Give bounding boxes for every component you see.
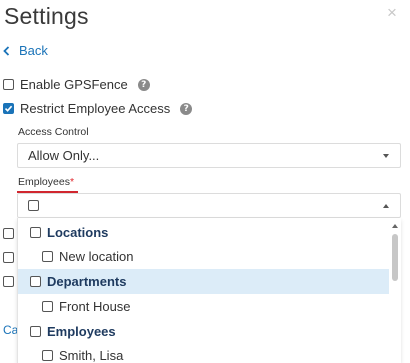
access-control-select[interactable]: Allow Only... (17, 143, 401, 168)
list-item-label: Departments (47, 274, 127, 289)
list-item-label: Front House (59, 299, 131, 314)
page-title: Settings (4, 3, 89, 29)
close-icon[interactable]: × (387, 4, 397, 21)
chevron-left-icon (3, 45, 10, 56)
employees-select-all-checkbox[interactable] (28, 200, 39, 211)
scroll-up-arrow-icon[interactable] (392, 224, 398, 228)
list-item-checkbox[interactable] (30, 326, 41, 337)
list-item-label: Locations (47, 225, 109, 240)
list-item-label: Smith, Lisa (59, 348, 124, 363)
restrict-employee-access-label: Restrict Employee Access (20, 101, 171, 116)
list-item-label: Employees (47, 324, 116, 339)
list-item-smith-lisa[interactable]: Smith, Lisa (18, 343, 390, 363)
enable-gpsfence-label: Enable GPSFence (20, 77, 128, 92)
checkmark-icon (4, 105, 13, 112)
help-icon[interactable]: ? (180, 102, 193, 115)
list-item-group-departments[interactable]: Departments (18, 269, 390, 294)
employees-label: Employees* (18, 176, 74, 188)
list-item-new-location[interactable]: New location (18, 244, 390, 269)
caret-up-icon (383, 204, 389, 208)
list-item-group-employees[interactable]: Employees (18, 319, 390, 344)
enable-gpsfence-option[interactable]: Enable GPSFence ? (3, 77, 150, 92)
access-control-value: Allow Only... (28, 148, 100, 163)
employees-dropdown-list[interactable]: Locations New location Departments Front… (17, 218, 401, 363)
enable-gpsfence-checkbox[interactable] (3, 79, 14, 90)
help-icon[interactable]: ? (137, 78, 150, 91)
back-label: Back (19, 43, 48, 58)
list-item-front-house[interactable]: Front House (18, 294, 390, 319)
restrict-employee-access-checkbox[interactable] (3, 103, 14, 114)
list-item-checkbox[interactable] (30, 276, 41, 287)
restrict-employee-access-option[interactable]: Restrict Employee Access ? (3, 101, 193, 116)
employees-select[interactable] (17, 193, 401, 218)
list-item-checkbox[interactable] (30, 227, 41, 238)
background-checkbox[interactable] (3, 228, 14, 239)
background-checkbox[interactable] (3, 252, 14, 263)
caret-down-icon (383, 154, 389, 158)
list-item-checkbox[interactable] (42, 350, 53, 361)
required-mark: * (69, 176, 75, 188)
scrollbar-thumb[interactable] (392, 234, 398, 281)
list-item-label: New location (59, 249, 134, 264)
list-item-group-locations[interactable]: Locations (18, 220, 390, 245)
back-link[interactable]: Back (3, 43, 48, 58)
employees-label-text: Employees (18, 176, 70, 188)
list-item-checkbox[interactable] (42, 301, 53, 312)
background-checkbox[interactable] (3, 276, 14, 287)
list-item-checkbox[interactable] (42, 251, 53, 262)
access-control-label: Access Control (18, 126, 89, 138)
